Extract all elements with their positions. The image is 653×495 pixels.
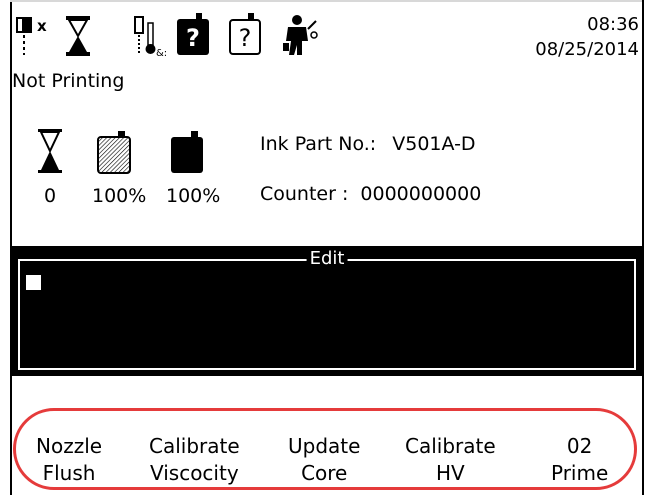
hourglass-icon bbox=[37, 129, 63, 177]
nozzle-flush-softkey[interactable]: Nozzle Flush bbox=[36, 433, 102, 487]
svg-text:&:: &: bbox=[156, 48, 167, 57]
text-cursor bbox=[26, 275, 41, 290]
ink-part-row: Ink Part No.: V501A-D bbox=[260, 133, 476, 155]
edit-title: Edit bbox=[306, 248, 348, 270]
counter-row: Counter : 0000000000 bbox=[260, 183, 481, 205]
ink-part-label: Ink Part No.: bbox=[260, 133, 377, 155]
temperature-icon[interactable]: &: bbox=[133, 15, 169, 61]
makeup-cartridge-icon bbox=[96, 131, 132, 179]
calibrate-hv-softkey[interactable]: Calibrate HV bbox=[405, 433, 496, 487]
softkey-label-line2: Viscocity bbox=[149, 461, 239, 485]
hourglass-value: 0 bbox=[43, 185, 57, 207]
counter-label: Counter : bbox=[260, 183, 349, 205]
makeup-help-icon[interactable]: ? bbox=[228, 13, 262, 61]
makeup-level-value: 100% bbox=[92, 185, 147, 207]
softkey-label-line2: Core bbox=[301, 461, 348, 485]
softkey-label-line2: Prime bbox=[551, 461, 609, 485]
calibrate-viscocity-softkey[interactable]: Calibrate Viscocity bbox=[149, 433, 240, 487]
ink-cartridge-icon bbox=[169, 131, 205, 179]
ink-level-value: 100% bbox=[166, 185, 221, 207]
printer-screen: x &: ? ? 08:36 08/25/2014 Not Printing 0… bbox=[0, 0, 653, 495]
svg-text:?: ? bbox=[186, 24, 200, 52]
update-core-softkey[interactable]: Update Core bbox=[288, 433, 360, 487]
softkey-label-line1: Calibrate bbox=[405, 434, 496, 458]
edit-field[interactable]: Edit bbox=[18, 248, 636, 370]
top-divider bbox=[10, 0, 642, 2]
softkey-label-line1: Update bbox=[288, 434, 361, 458]
clock: 08:36 08/25/2014 bbox=[535, 12, 639, 62]
svg-text:x: x bbox=[37, 17, 47, 35]
softkey-label-line1: 02 bbox=[566, 434, 593, 458]
softkey-label-line1: Nozzle bbox=[36, 434, 103, 458]
o2-prime-softkey[interactable]: 02 Prime bbox=[551, 433, 608, 487]
softkey-label-line1: Calibrate bbox=[149, 434, 240, 458]
service-technician-icon[interactable] bbox=[280, 13, 320, 61]
ink-part-value: V501A-D bbox=[392, 133, 476, 155]
screen-frame-left bbox=[0, 0, 12, 495]
softkey-label-line2: Flush bbox=[42, 461, 96, 485]
nozzle-closed-icon[interactable]: x bbox=[13, 15, 53, 61]
clock-date: 08/25/2014 bbox=[535, 39, 639, 60]
svg-text:?: ? bbox=[239, 24, 252, 52]
printer-status-text: Not Printing bbox=[12, 70, 125, 92]
softkey-label-line2: HV bbox=[435, 461, 465, 485]
counter-value: 0000000000 bbox=[360, 183, 482, 205]
screen-frame-right bbox=[642, 0, 653, 495]
ink-help-icon[interactable]: ? bbox=[176, 13, 210, 61]
hourglass-status-icon[interactable] bbox=[64, 15, 92, 61]
clock-time: 08:36 bbox=[587, 14, 639, 35]
softkey-bar: Nozzle Flush Calibrate Viscocity Update … bbox=[12, 433, 642, 495]
